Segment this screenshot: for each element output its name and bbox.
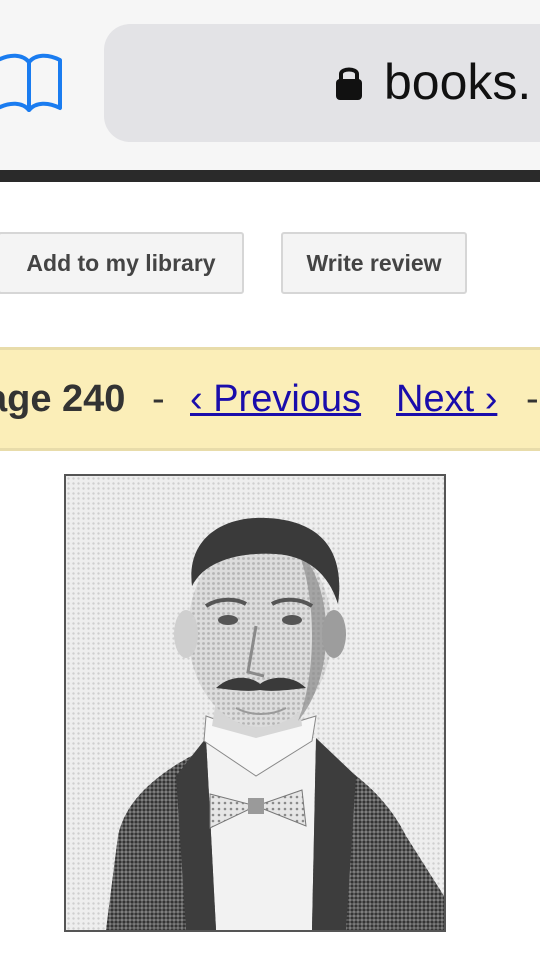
scanned-portrait-image <box>64 474 446 932</box>
toolbar-divider <box>0 170 540 182</box>
nav-separator: - <box>526 378 539 420</box>
next-page-link[interactable]: Next › <box>396 378 497 421</box>
write-review-button[interactable]: Write review <box>281 232 467 294</box>
url-text: books. <box>384 54 532 110</box>
url-field[interactable]: books. <box>104 24 540 142</box>
page-navigation-bar: age 240 - ‹ Previous Next › - <box>0 347 540 451</box>
previous-page-link[interactable]: ‹ Previous <box>190 378 361 421</box>
portrait-illustration <box>106 517 444 930</box>
lock-icon <box>334 64 364 102</box>
add-to-library-button[interactable]: Add to my library <box>0 232 244 294</box>
bookmarks-book-icon[interactable] <box>0 50 66 116</box>
page-number-label: age 240 <box>0 378 126 420</box>
browser-address-bar: books. <box>0 0 540 170</box>
book-page-content: Add to my library Write review age 240 -… <box>0 182 540 960</box>
nav-separator: - <box>152 378 165 420</box>
